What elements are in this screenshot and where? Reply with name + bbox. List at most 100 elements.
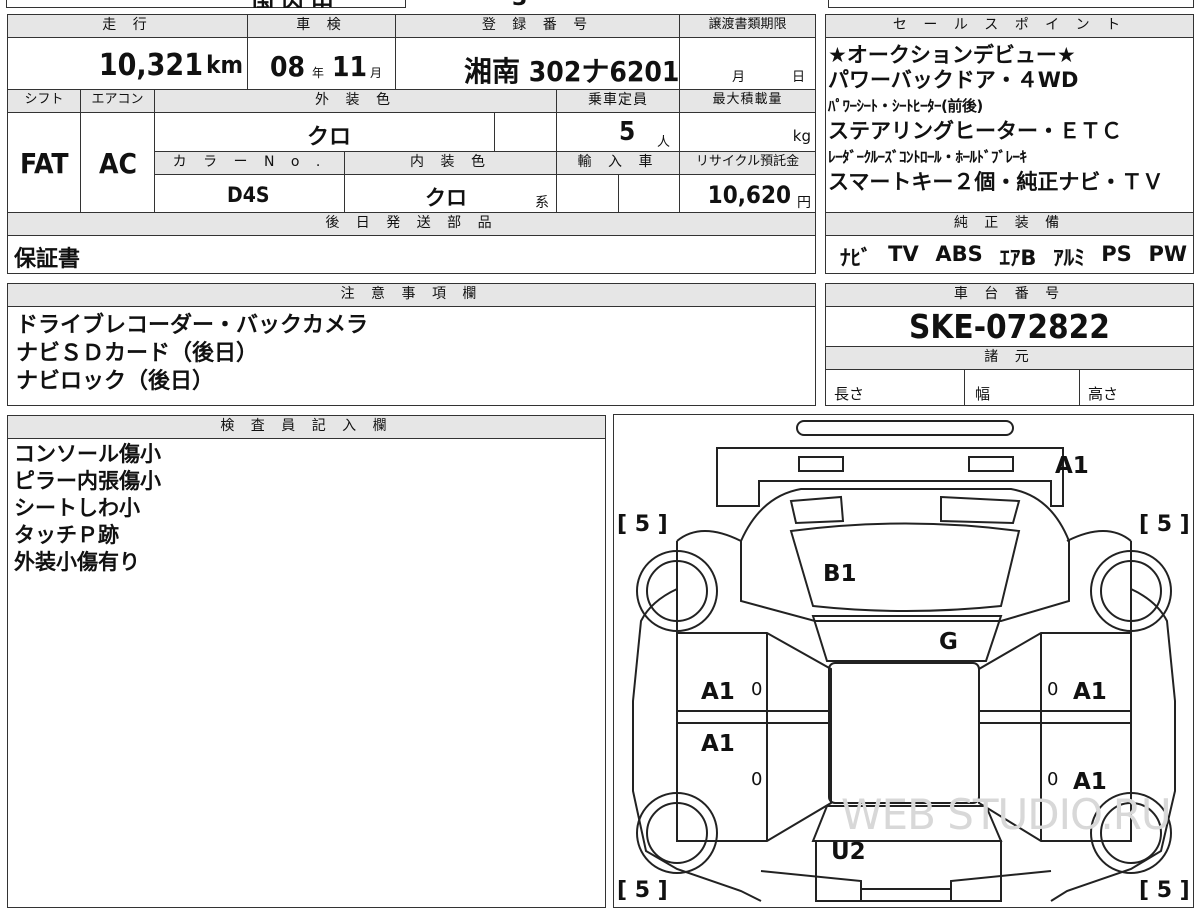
- inspector-notes-body: コンソール傷小 ピラー内張傷小 シートしわ小 タッチＰ跡外装小傷有り: [7, 438, 606, 908]
- exterior-color-cell: クロ: [154, 112, 495, 152]
- sales-point-item: ステアリングヒーター・ＥＴＣ: [828, 119, 1122, 143]
- windshield-frame: [740, 488, 1070, 622]
- interior-color-value: クロ: [425, 186, 467, 210]
- car-damage-diagram: WEB STUDIO.RU [ 5 ] [ 5 ] [ 5 ] [ 5 ] A1…: [613, 414, 1194, 908]
- sales-points-list: ★オークションデビュー★ パワーバックドア・４WD ﾊﾟﾜｰｼｰﾄ・ｼｰﾄﾋｰﾀｰ(…: [828, 43, 1193, 195]
- color-no-header: カ ラ ー N o .: [154, 151, 345, 175]
- sales-points-header: セ ー ル ス ポ イ ン ト: [825, 14, 1194, 38]
- inspector-note-line: ピラー内張傷小: [14, 469, 161, 493]
- import-cell-b: [618, 174, 680, 213]
- mileage-cell: 10,321 km: [7, 37, 248, 90]
- load-unit: kg: [792, 127, 811, 145]
- mileage-unit: km: [206, 51, 243, 79]
- inspector-note-line: 外装小傷有り: [14, 550, 140, 574]
- zero-mark-1: 0: [751, 679, 762, 700]
- damage-mark-hood: B1: [823, 561, 857, 587]
- exterior-color-value: クロ: [307, 125, 352, 150]
- later-parts-header: 後 日 発 送 部 品: [7, 212, 816, 236]
- rear-lower-left: [760, 870, 862, 901]
- max-load-cell: kg: [679, 112, 816, 152]
- transfer-day-unit: 日: [792, 70, 806, 85]
- recycle-fee-header: リサイクル預託金: [679, 151, 816, 175]
- chassis-number: SKE-072822: [909, 307, 1110, 346]
- inspection-month-unit: 月: [370, 66, 383, 80]
- front-bumper-top: [796, 420, 1014, 436]
- wiper-right: [940, 495, 1021, 525]
- spec-width-cell: 幅: [964, 369, 1080, 406]
- mileage-header: 走 行: [7, 14, 248, 38]
- import-header: 輸 入 車: [556, 151, 680, 175]
- equipment-item: ﾅﾋﾞ: [840, 246, 872, 270]
- exterior-color-header: 外 装 色: [154, 89, 557, 113]
- equipment-list: ﾅﾋﾞ TV ABS ｴｱB ｱﾙﾐ PS PW: [840, 242, 1187, 272]
- equipment-item: ｴｱB: [999, 246, 1037, 270]
- rear-plate: [860, 888, 952, 902]
- note-line: ナビロック（後日）: [16, 369, 215, 394]
- roof-front: [811, 615, 1003, 662]
- inspector-note-line: コンソール傷小: [14, 442, 161, 466]
- spec-length-cell: 長さ: [825, 369, 965, 406]
- spec-length-label: 長さ: [834, 385, 865, 403]
- damage-mark-front: A1: [1055, 453, 1089, 479]
- registration-header: 登 録 番 号: [395, 14, 680, 38]
- top-partial-text-mid: 3: [512, 0, 527, 8]
- inspection-year-unit: 年: [312, 66, 325, 80]
- shift-value: FAT: [20, 147, 69, 180]
- front-light-right: [968, 456, 1014, 472]
- damage-mark-left-rear-door: A1: [701, 731, 735, 757]
- transfer-month-unit: 月: [732, 70, 746, 85]
- notes-body: ドライブレコーダー・バックカメラ ナビＳＤカード（後日） ナビロック（後日）: [7, 306, 816, 406]
- oem-equipment-cell: ﾅﾋﾞ TV ABS ｴｱB ｱﾙﾐ PS PW: [825, 235, 1194, 274]
- inspector-note-line: タッチＰ跡: [14, 523, 119, 547]
- sales-point-item: ﾊﾟﾜｰｼｰﾄ・ｼｰﾄﾋｰﾀｰ(前後): [828, 97, 983, 115]
- registration-cell: 湘南 302ナ6201: [395, 37, 680, 90]
- inspector-note-line: シートしわ小: [14, 496, 140, 520]
- front-light-left: [798, 456, 844, 472]
- transfer-deadline-header: 譲渡書類期限: [679, 14, 816, 38]
- top-partial-text-left: 国 内 中: [252, 0, 333, 8]
- equipment-item: TV: [888, 242, 919, 266]
- tire-rear-right: [ 5 ]: [1139, 878, 1190, 903]
- capacity-cell: 5 人: [556, 112, 680, 152]
- spec-width-label: 幅: [975, 385, 991, 403]
- sales-points-body: ★オークションデビュー★ パワーバックドア・４WD ﾊﾟﾜｰｼｰﾄ・ｼｰﾄﾋｰﾀｰ(…: [825, 37, 1194, 213]
- chassis-header: 車 台 番 号: [825, 283, 1194, 307]
- note-line: ナビＳＤカード（後日）: [16, 341, 259, 366]
- color-no-cell: D4S: [154, 174, 345, 213]
- car-outline-svg: WEB STUDIO.RU [ 5 ] [ 5 ] [ 5 ] [ 5 ] A1…: [617, 420, 1190, 903]
- tire-front-right: [ 5 ]: [1139, 512, 1190, 537]
- interior-color-header: 内 装 色: [344, 151, 557, 175]
- exterior-color-extra-cell: [494, 112, 557, 152]
- equipment-item: ABS: [935, 242, 983, 266]
- zero-mark-2: 0: [1047, 679, 1058, 700]
- later-parts-cell: 保証書: [7, 235, 816, 274]
- note-line: ドライブレコーダー・バックカメラ: [16, 313, 369, 338]
- equipment-item: PW: [1148, 242, 1187, 266]
- right-body-line: [1050, 588, 1176, 902]
- top-partial-strip: 国 内 中 3: [0, 0, 1200, 8]
- inspector-notes-list: コンソール傷小 ピラー内張傷小 シートしわ小 タッチＰ跡外装小傷有り: [14, 441, 605, 576]
- inspector-notes-header: 検 査 員 記 入 欄: [7, 415, 606, 439]
- damage-mark-right-rear-door: A1: [1073, 769, 1107, 795]
- interior-color-cell: クロ 系: [344, 174, 557, 213]
- capacity-header: 乗車定員: [556, 89, 680, 113]
- zero-mark-3: 0: [751, 769, 762, 790]
- inspection-year: 08: [270, 50, 306, 83]
- inspection-month: 11: [332, 50, 368, 83]
- transfer-deadline-cell: 月 日: [679, 37, 816, 90]
- damage-mark-left-front-door: A1: [701, 679, 735, 705]
- damage-mark-windshield: G: [939, 629, 958, 655]
- inspection-header: 車 検: [247, 14, 396, 38]
- oem-equipment-header: 純 正 装 備: [825, 212, 1194, 236]
- right-fender-arch: [1066, 530, 1132, 542]
- recycle-fee-cell: 10,620 円: [679, 174, 816, 213]
- mileage-value: 10,321: [98, 48, 203, 83]
- sales-point-item: ★オークションデビュー★: [828, 43, 1076, 67]
- wiper-left: [789, 495, 845, 525]
- tire-front-left: [ 5 ]: [617, 512, 668, 537]
- spec-height-cell: 高さ: [1079, 369, 1194, 406]
- aircon-value: AC: [99, 147, 137, 180]
- chassis-cell: SKE-072822: [825, 306, 1194, 347]
- damage-mark-right-front-door: A1: [1073, 679, 1107, 705]
- aircon-header: エアコン: [80, 89, 155, 113]
